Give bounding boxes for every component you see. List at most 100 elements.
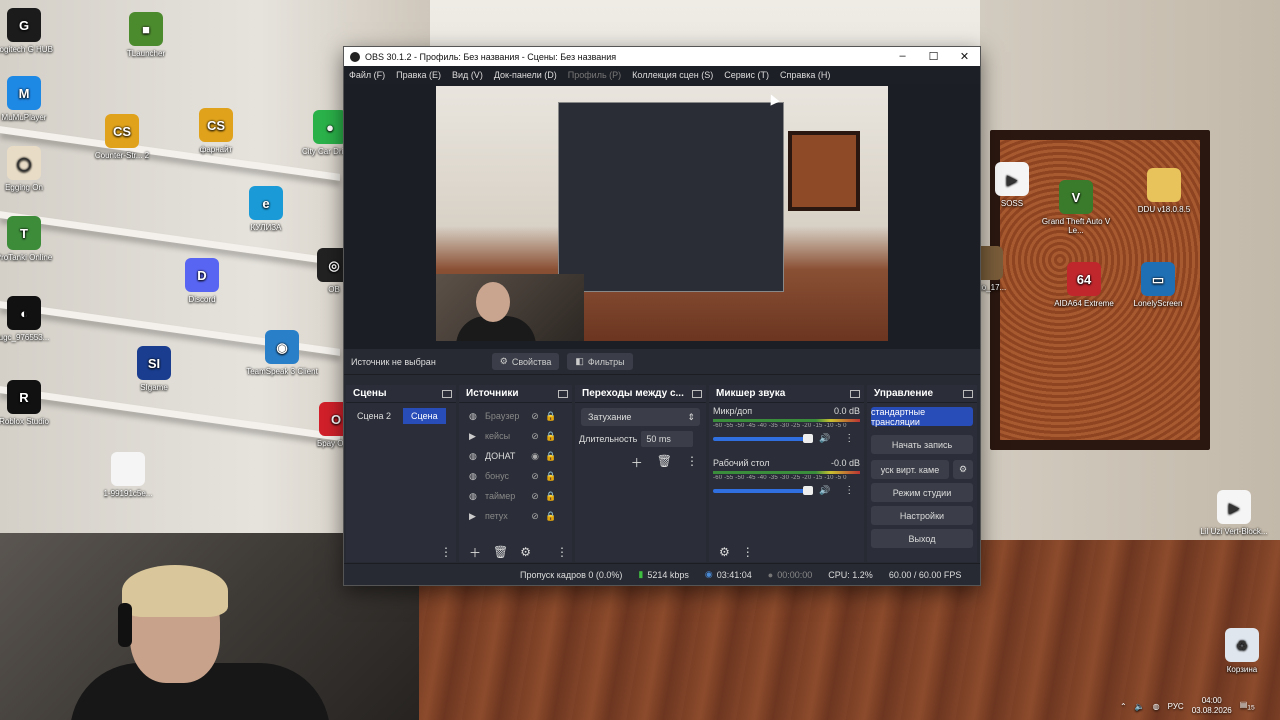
desktop-shortcut[interactable]: R Roblox Studio bbox=[0, 380, 60, 426]
desktop-shortcut[interactable]: ◯ Egging On bbox=[0, 146, 60, 192]
eye-slash-icon[interactable]: ⊘ bbox=[527, 491, 543, 502]
desktop-shortcut[interactable]: T ProTanki Online bbox=[0, 216, 60, 262]
speaker-icon[interactable]: 🔊 bbox=[819, 433, 830, 444]
exit-button[interactable]: Выход bbox=[871, 529, 973, 548]
chevron-up-icon[interactable]: ⌃ bbox=[1120, 702, 1127, 711]
obs-window[interactable]: OBS 30.1.2 - Профиль: Без названия - Сце… bbox=[343, 46, 981, 586]
desktop-shortcut[interactable]: ◐ ugc_976553... bbox=[0, 296, 60, 342]
desktop-shortcut[interactable]: G Logitech G HUB bbox=[0, 8, 60, 54]
more-icon[interactable]: ⋮ bbox=[844, 485, 854, 496]
minimize-icon[interactable]: – bbox=[887, 50, 918, 63]
source-item[interactable]: ▶ петух ⊘ 🔒 bbox=[459, 506, 572, 526]
volume-slider[interactable] bbox=[713, 485, 813, 495]
menu-docks[interactable]: Док-панели (D) bbox=[494, 70, 557, 80]
notification-icon[interactable]: ▤15 bbox=[1240, 700, 1255, 712]
settings-button[interactable]: Настройки bbox=[871, 506, 973, 525]
desktop-shortcut[interactable]: 64 AIDA64 Extreme bbox=[1048, 262, 1120, 308]
studio-mode-button[interactable]: Режим студии bbox=[871, 483, 973, 502]
desktop-shortcut[interactable]: ▶ Lil Uzi Vert-Block... bbox=[1198, 490, 1270, 536]
menu-file[interactable]: Файл (F) bbox=[349, 70, 385, 80]
volume-icon[interactable]: 🔈 bbox=[1135, 702, 1145, 711]
desktop-shortcut[interactable]: D Discord bbox=[166, 258, 238, 304]
desktop-shortcut[interactable]: M MuMuPlayer bbox=[0, 76, 60, 122]
source-item[interactable]: ◍ ДОНАТ ◉ 🔒 bbox=[459, 446, 572, 466]
mixer-settings-icon[interactable]: ⚙ bbox=[719, 545, 730, 559]
source-item[interactable]: ◍ Браузер ⊘ 🔒 bbox=[459, 406, 572, 426]
volume-knob[interactable] bbox=[803, 485, 813, 495]
eye-slash-icon[interactable]: ⊘ bbox=[527, 471, 543, 482]
eye-slash-icon[interactable]: ⊘ bbox=[527, 511, 543, 522]
menu-tools[interactable]: Сервис (T) bbox=[724, 70, 769, 80]
duration-input[interactable]: 50 ms bbox=[641, 431, 694, 447]
desktop-shortcut[interactable]: ■ TLauncher bbox=[110, 12, 182, 58]
source-item[interactable]: ◍ таймер ⊘ 🔒 bbox=[459, 486, 572, 506]
scene-item[interactable]: Сцена bbox=[403, 408, 446, 424]
desktop-shortcut[interactable]: CS Counter-Str... 2 bbox=[86, 114, 158, 160]
more-icon[interactable]: ⋮ bbox=[686, 454, 698, 471]
gear-icon[interactable]: ⚙ bbox=[520, 545, 531, 559]
menu-edit[interactable]: Правка (E) bbox=[396, 70, 441, 80]
network-icon[interactable]: ◍ bbox=[1153, 702, 1160, 711]
desktop-shortcut[interactable]: SI SIgame bbox=[118, 346, 190, 392]
trash-icon[interactable]: 🗑 bbox=[657, 454, 672, 471]
obs-titlebar[interactable]: OBS 30.1.2 - Профиль: Без названия - Сце… bbox=[344, 47, 980, 66]
menu-profile[interactable]: Профиль (P) bbox=[568, 70, 621, 80]
add-source-icon[interactable]: ＋ bbox=[469, 544, 481, 561]
language-indicator[interactable]: РУС bbox=[1168, 702, 1184, 711]
lock-icon[interactable]: 🔒 bbox=[543, 451, 559, 462]
more-icon[interactable]: ⋮ bbox=[844, 433, 854, 444]
undock-icon[interactable] bbox=[850, 389, 860, 398]
preview-canvas[interactable] bbox=[436, 86, 888, 341]
menu-scene-collection[interactable]: Коллекция сцен (S) bbox=[632, 70, 713, 80]
eye-slash-icon[interactable]: ⊘ bbox=[527, 411, 543, 422]
menu-help[interactable]: Справка (H) bbox=[780, 70, 830, 80]
properties-button[interactable]: ⚙ Свойства bbox=[491, 353, 560, 370]
start-recording-button[interactable]: Начать запись bbox=[871, 435, 973, 454]
lock-icon[interactable]: 🔒 bbox=[543, 491, 559, 502]
undock-icon[interactable] bbox=[692, 389, 702, 398]
start-streaming-button[interactable]: стандартные трансляции bbox=[871, 407, 973, 427]
trash-icon[interactable]: 🗑 bbox=[493, 545, 508, 559]
lock-icon[interactable]: 🔒 bbox=[543, 511, 559, 522]
undock-icon[interactable] bbox=[442, 389, 452, 398]
lock-icon[interactable]: 🔒 bbox=[543, 411, 559, 422]
undock-icon[interactable] bbox=[558, 389, 568, 398]
preview-face bbox=[476, 282, 510, 322]
desktop-shortcut[interactable]: DDU v18.0.8.5 bbox=[1128, 168, 1200, 214]
recycle-bin-icon: ♻ bbox=[1225, 628, 1259, 662]
obs-preview[interactable] bbox=[344, 84, 980, 349]
desktop-shortcut-label: SIgame bbox=[140, 383, 168, 392]
more-icon[interactable]: ⋮ bbox=[742, 545, 754, 559]
close-icon[interactable]: ✕ bbox=[949, 50, 980, 63]
desktop-shortcut[interactable]: ♻ Корзина bbox=[1206, 628, 1278, 674]
desktop-shortcut[interactable]: ▶ SOSS bbox=[976, 162, 1048, 208]
eye-slash-icon[interactable]: ⊘ bbox=[527, 431, 543, 442]
scene-item[interactable]: Сцена 2 bbox=[349, 408, 399, 424]
transition-select[interactable]: Затухание ⇕ bbox=[581, 408, 700, 426]
gear-icon[interactable]: ⚙ bbox=[953, 460, 973, 479]
eye-icon[interactable]: ◉ bbox=[527, 451, 543, 462]
add-transition-icon[interactable]: ＋ bbox=[631, 454, 643, 471]
menu-view[interactable]: Вид (V) bbox=[452, 70, 483, 80]
filters-button[interactable]: ◧ Фильтры bbox=[567, 353, 633, 370]
lock-icon[interactable]: 🔒 bbox=[543, 471, 559, 482]
lock-icon[interactable]: 🔒 bbox=[543, 431, 559, 442]
speaker-icon[interactable]: 🔊 bbox=[819, 485, 830, 496]
desktop-shortcut[interactable]: V Grand Theft Auto V Le... bbox=[1040, 180, 1112, 235]
virtual-camera-button[interactable]: уск вирт. каме bbox=[871, 460, 949, 479]
volume-slider[interactable] bbox=[713, 433, 813, 443]
volume-knob[interactable] bbox=[803, 433, 813, 443]
desktop-shortcut[interactable]: ▭ LonelyScreen bbox=[1122, 262, 1194, 308]
desktop-shortcut[interactable]: 1-99191c5e... bbox=[92, 452, 164, 498]
desktop-shortcut[interactable]: e КУЛИЗА bbox=[230, 186, 302, 232]
protanki-icon: T bbox=[7, 216, 41, 250]
maximize-icon[interactable]: ☐ bbox=[918, 50, 949, 63]
source-item[interactable]: ◍ бонус ⊘ 🔒 bbox=[459, 466, 572, 486]
clock[interactable]: 04:00 03.08.2026 bbox=[1192, 696, 1232, 716]
desktop-shortcut[interactable]: ◉ TeamSpeak 3 Client bbox=[246, 330, 318, 376]
more-icon[interactable]: ⋮ bbox=[440, 545, 452, 559]
more-icon[interactable]: ⋮ bbox=[556, 545, 568, 559]
source-item[interactable]: ▶ кейсы ⊘ 🔒 bbox=[459, 426, 572, 446]
desktop-shortcut[interactable]: CS фарнайт bbox=[180, 108, 252, 154]
undock-icon[interactable] bbox=[963, 389, 973, 398]
